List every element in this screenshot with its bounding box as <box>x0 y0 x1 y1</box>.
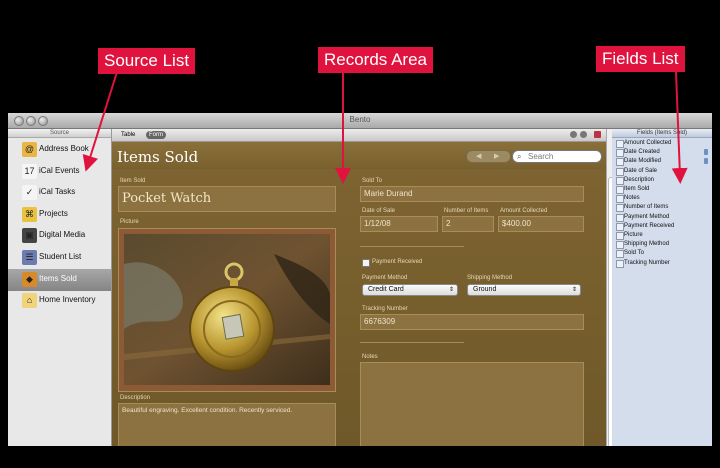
fields-list-arrow <box>671 71 688 184</box>
callout-arrows <box>82 71 688 184</box>
source-list-arrow <box>82 71 118 172</box>
